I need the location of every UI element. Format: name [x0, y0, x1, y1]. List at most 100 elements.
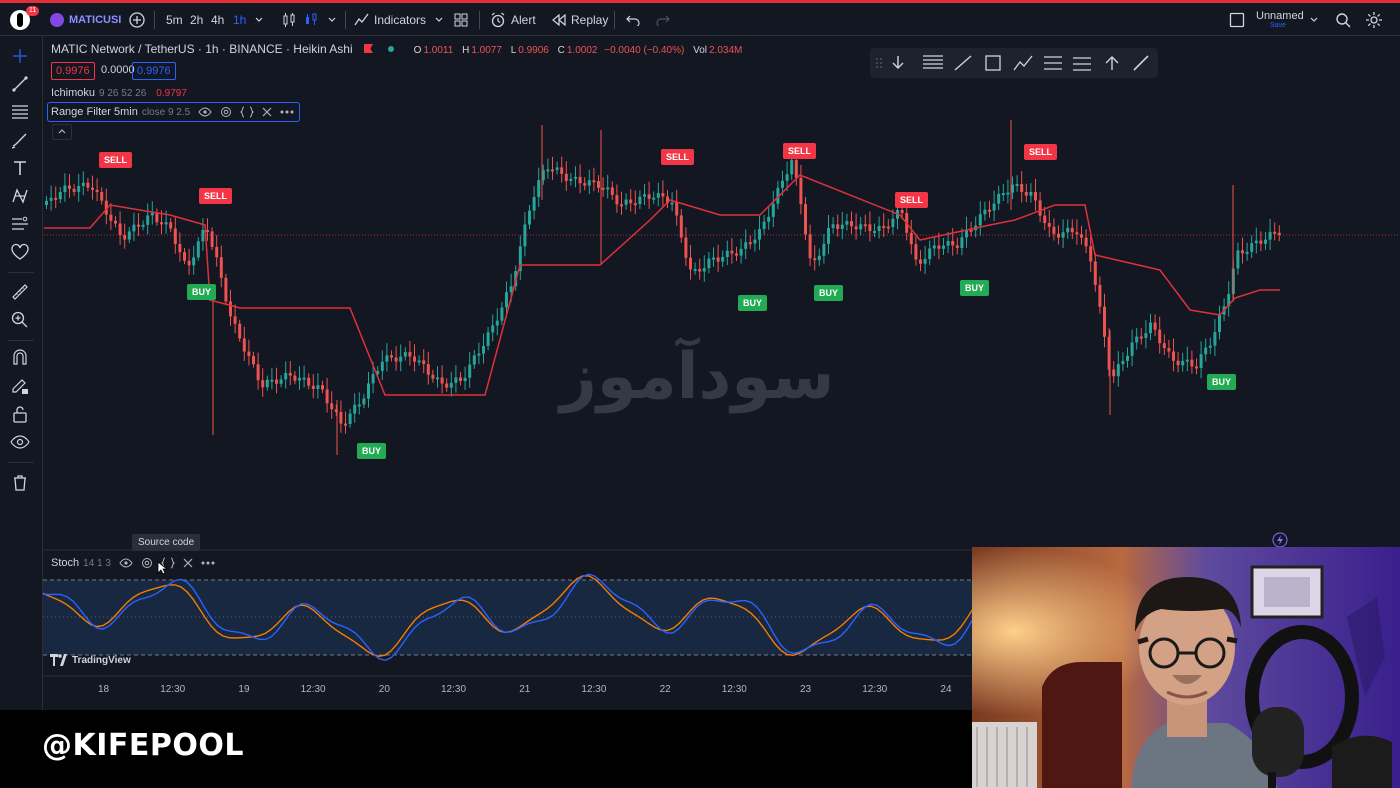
close-value: 1.0002	[566, 45, 598, 56]
more-icon[interactable]	[280, 110, 294, 114]
eye-icon[interactable]	[119, 558, 133, 568]
channel-icon[interactable]	[1044, 56, 1062, 70]
candle-body	[445, 383, 449, 388]
path-tool-icon[interactable]	[1013, 55, 1033, 71]
candle-body	[288, 372, 292, 376]
candle-body	[505, 292, 508, 308]
candle-body	[1277, 232, 1281, 236]
candle-body	[362, 398, 366, 405]
time-tick-label: 22	[659, 684, 671, 695]
candle-body	[238, 323, 242, 339]
candle-body	[1195, 366, 1198, 369]
candle-body	[624, 199, 628, 205]
lightning-icon[interactable]	[1272, 532, 1288, 548]
candle-body	[702, 268, 706, 272]
ask-price-box[interactable]: 0.9976	[132, 62, 176, 80]
rectangle-icon[interactable]	[985, 55, 1001, 71]
candle-body	[629, 199, 633, 204]
source-code-icon[interactable]	[240, 106, 255, 118]
settings-icon[interactable]	[220, 106, 232, 118]
bid-price-box[interactable]: 0.9976	[51, 62, 95, 80]
symbol-title[interactable]: MATIC Network / TetherUS · 1h · BINANCE …	[51, 42, 353, 56]
candle-body	[1066, 227, 1070, 233]
candle-body	[771, 203, 775, 217]
candle-body	[1185, 359, 1189, 362]
candle-body	[219, 257, 223, 278]
candle-body	[192, 257, 196, 266]
more-icon[interactable]	[201, 561, 215, 565]
candle-body	[417, 360, 421, 363]
candle-body	[261, 380, 265, 388]
arrow-up-icon[interactable]	[1105, 56, 1119, 70]
candle-body	[123, 235, 127, 240]
line-tool-icon[interactable]	[954, 55, 972, 71]
candle-body	[1061, 232, 1065, 238]
candle-body	[712, 257, 715, 260]
high-value: 1.0077	[471, 45, 502, 56]
candle-body	[652, 197, 656, 200]
candle-body	[1034, 191, 1037, 201]
candle-body	[969, 229, 973, 232]
ichimoku-legend[interactable]: Ichimoku 9 26 52 26 0.9797	[51, 87, 187, 99]
settings-icon[interactable]	[141, 557, 153, 569]
candle-body	[808, 234, 812, 259]
stoch-legend[interactable]: Stoch 14 1 3	[51, 557, 215, 569]
candle-body	[1006, 192, 1010, 195]
lines-icon[interactable]	[923, 55, 943, 69]
candle-body	[827, 227, 830, 244]
candle-body	[118, 223, 122, 236]
candle-body	[155, 212, 159, 223]
candle-body	[992, 203, 996, 211]
time-tick-label: 12:30	[160, 684, 186, 695]
candle-body	[210, 231, 214, 247]
change-value: −0.0040 (−0.40%)	[604, 45, 685, 56]
candle-body	[730, 250, 734, 254]
candle-body	[68, 185, 71, 189]
candle-body	[482, 346, 485, 354]
candle-body	[725, 250, 729, 258]
candle-body	[767, 216, 771, 222]
candle-body	[587, 180, 591, 186]
candle-body	[620, 204, 623, 207]
candle-body	[132, 224, 136, 232]
candle-body	[477, 353, 481, 356]
close-icon[interactable]	[262, 107, 272, 117]
parallel-channel-icon[interactable]	[1073, 57, 1091, 71]
candle-body	[422, 360, 426, 365]
candle-body	[656, 193, 660, 198]
candle-body	[114, 220, 117, 224]
candle-body	[643, 194, 646, 197]
range-filter-legend[interactable]: Range Filter 5min close 9 2.5	[47, 102, 301, 122]
candle-body	[886, 226, 890, 229]
candle-body	[1070, 227, 1074, 233]
candle-body	[344, 423, 347, 426]
buy-signal-tag: BUY	[960, 280, 990, 296]
candle-body	[137, 224, 140, 227]
time-tick-label: 12:30	[721, 684, 747, 695]
candle-body	[854, 226, 858, 230]
candle-body	[385, 355, 389, 362]
close-icon[interactable]	[183, 558, 193, 568]
eye-icon[interactable]	[198, 107, 212, 117]
candle-body	[1047, 223, 1051, 227]
candle-body	[606, 187, 610, 190]
candle-body	[882, 225, 886, 228]
candle-body	[955, 245, 959, 248]
drag-handle-icon[interactable]	[876, 58, 882, 68]
candle-body	[951, 241, 955, 246]
candle-body	[1144, 333, 1148, 338]
candle-body	[610, 187, 614, 196]
collapse-legend-button[interactable]	[52, 124, 72, 140]
candle-body	[804, 204, 807, 235]
presenter-video-image	[972, 547, 1400, 788]
sell-signal-tag: SELL	[783, 143, 817, 159]
candle-body	[831, 224, 835, 228]
candle-body	[109, 214, 113, 221]
flag-icon	[363, 44, 373, 53]
source-code-tooltip: Source code	[132, 534, 201, 551]
arrow-down-icon[interactable]	[892, 56, 904, 69]
candle-body	[436, 377, 439, 380]
candle-body	[1093, 261, 1097, 285]
candle-body	[615, 195, 619, 205]
brush-tool-icon[interactable]	[1133, 55, 1149, 71]
